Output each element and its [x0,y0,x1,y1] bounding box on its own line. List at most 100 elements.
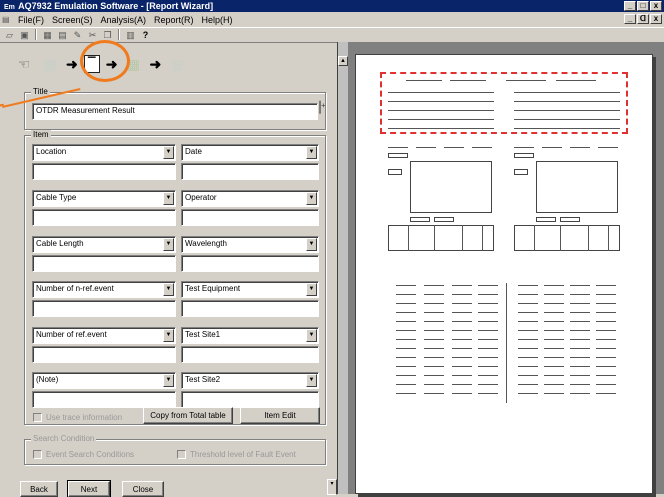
preview-scrollbar[interactable]: ▲ [338,42,348,494]
close-wizard-button[interactable]: Close [122,481,164,497]
item-combo-note[interactable]: (Note) ▼ [32,372,176,389]
item-combo-cable-type[interactable]: Cable Type ▼ [32,190,176,207]
scroll-up-icon[interactable]: ▲ [338,56,348,66]
cut-icon[interactable]: ✂ [86,29,99,41]
menu-help[interactable]: Help(H) [198,14,237,26]
item-combo-ref-event[interactable]: Number of ref.event ▼ [32,327,176,344]
arrow-icon: ➜ [66,56,78,72]
item-combo-location[interactable]: Location ▼ [32,144,176,161]
preview-line [596,285,616,286]
close-button[interactable]: x [650,1,662,11]
preview-line [570,330,590,331]
preview-line [518,366,538,367]
item-value-cable-length[interactable] [32,255,176,272]
copy-icon[interactable]: ❐ [101,29,114,41]
item-value-test-site1[interactable] [181,346,319,363]
menu-report[interactable]: Report(R) [150,14,198,26]
preview-line [544,312,564,313]
preview-line [452,294,472,295]
item-combo-test-site1[interactable]: Test Site1 ▼ [181,327,319,344]
item-value-date[interactable] [181,163,319,180]
chevron-down-icon[interactable]: ▼ [163,374,174,387]
item-value-location[interactable] [32,163,176,180]
item-combo-test-site2[interactable]: Test Site2 ▼ [181,372,319,389]
preview-line [570,285,590,286]
mdi-minimize-button[interactable]: _ [624,14,636,24]
maximize-button[interactable]: □ [637,1,649,11]
item-value-n-ref-event[interactable] [32,300,176,317]
item-edit-button[interactable]: Item Edit [240,407,320,424]
preview-line [452,357,472,358]
chevron-down-icon[interactable]: ▼ [163,146,174,159]
open-icon[interactable]: ▱ [3,29,16,41]
chevron-down-icon[interactable]: ▼ [163,238,174,251]
chevron-down-icon[interactable]: ▼ [163,283,174,296]
checkbox-box[interactable] [33,450,42,459]
print-icon[interactable]: ▦ [41,29,54,41]
preview-line [478,366,498,367]
next-button[interactable]: Next [67,480,111,497]
item-combo-wavelength[interactable]: Wavelength ▼ [181,236,319,253]
item-value-test-site2[interactable] [181,391,319,408]
item-value-note[interactable] [32,391,176,408]
chevron-down-icon[interactable]: ▼ [306,374,317,387]
use-trace-info-checkbox[interactable]: Use trace information [33,413,122,422]
item-value-test-equipment[interactable] [181,300,319,317]
preview-line [544,393,564,394]
help-icon[interactable]: ? [139,29,152,41]
use-trace-info-label: Use trace information [46,413,123,422]
chevron-down-icon[interactable]: ▼ [306,192,317,205]
preview-line [560,225,561,251]
scroll-grip[interactable]: ▾ [327,479,337,495]
mdi-close-button[interactable]: x [650,14,662,24]
preview-line [424,303,444,304]
menu-analysis[interactable]: Analysis(A) [97,14,151,26]
preview-table [388,225,494,251]
title-group: Title OTDR Measurement Result [24,87,326,130]
chevron-down-icon[interactable]: ▼ [163,329,174,342]
title-input[interactable]: OTDR Measurement Result [32,103,318,120]
preview-line [478,375,498,376]
item-value-ref-event[interactable] [32,346,176,363]
event-search-label: Event Search Conditions [46,450,135,459]
copy-from-total-table-button[interactable]: Copy from Total table [143,407,233,424]
chevron-down-icon[interactable]: ▼ [163,192,174,205]
chevron-down-icon[interactable]: ▼ [306,238,317,251]
preview-line [514,119,620,120]
checkbox-box[interactable] [33,413,42,422]
preview-line [518,393,538,394]
item-combo-operator[interactable]: Operator ▼ [181,190,319,207]
save-icon[interactable]: ▣ [18,29,31,41]
preview-line [570,147,590,148]
menu-file[interactable]: File(F) [14,14,48,26]
paste-icon[interactable]: ▥ [124,29,137,41]
minimize-button[interactable]: _ [624,1,636,11]
menu-screen[interactable]: Screen(S) [48,14,97,26]
item-combo-n-ref-event[interactable]: Number of n-ref.event ▼ [32,281,176,298]
item-value-wavelength[interactable] [181,255,319,272]
preview-icon[interactable]: ▤ [56,29,69,41]
event-step-icon[interactable]: ▤ [167,54,187,74]
preview-line [472,147,492,148]
event-search-checkbox[interactable]: Event Search Conditions [33,450,134,459]
mdi-restore-button[interactable]: ᗡ [637,14,649,24]
item-combo-value: (Note) [36,375,59,384]
item-combo-test-equipment[interactable]: Test Equipment ▼ [181,281,319,298]
preview-line [518,303,538,304]
chevron-down-icon[interactable]: ▼ [306,329,317,342]
trace-step-icon[interactable]: ☜ [14,54,34,74]
document-icon[interactable]: ▤ [2,15,14,25]
preview-line [596,321,616,322]
item-value-operator[interactable] [181,209,319,226]
checkbox-box[interactable] [177,450,186,459]
chevron-down-icon[interactable]: ▼ [306,283,317,296]
preview-line [452,339,472,340]
item-combo-date[interactable]: Date ▼ [181,144,319,161]
item-group-label: Item [31,130,51,140]
tool-icon[interactable]: ✎ [71,29,84,41]
item-combo-cable-length[interactable]: Cable Length ▼ [32,236,176,253]
item-value-cable-type[interactable] [32,209,176,226]
back-button[interactable]: Back [20,481,58,497]
threshold-checkbox[interactable]: Threshold level of Fault Event [177,450,296,459]
chevron-down-icon[interactable]: ▼ [306,146,317,159]
